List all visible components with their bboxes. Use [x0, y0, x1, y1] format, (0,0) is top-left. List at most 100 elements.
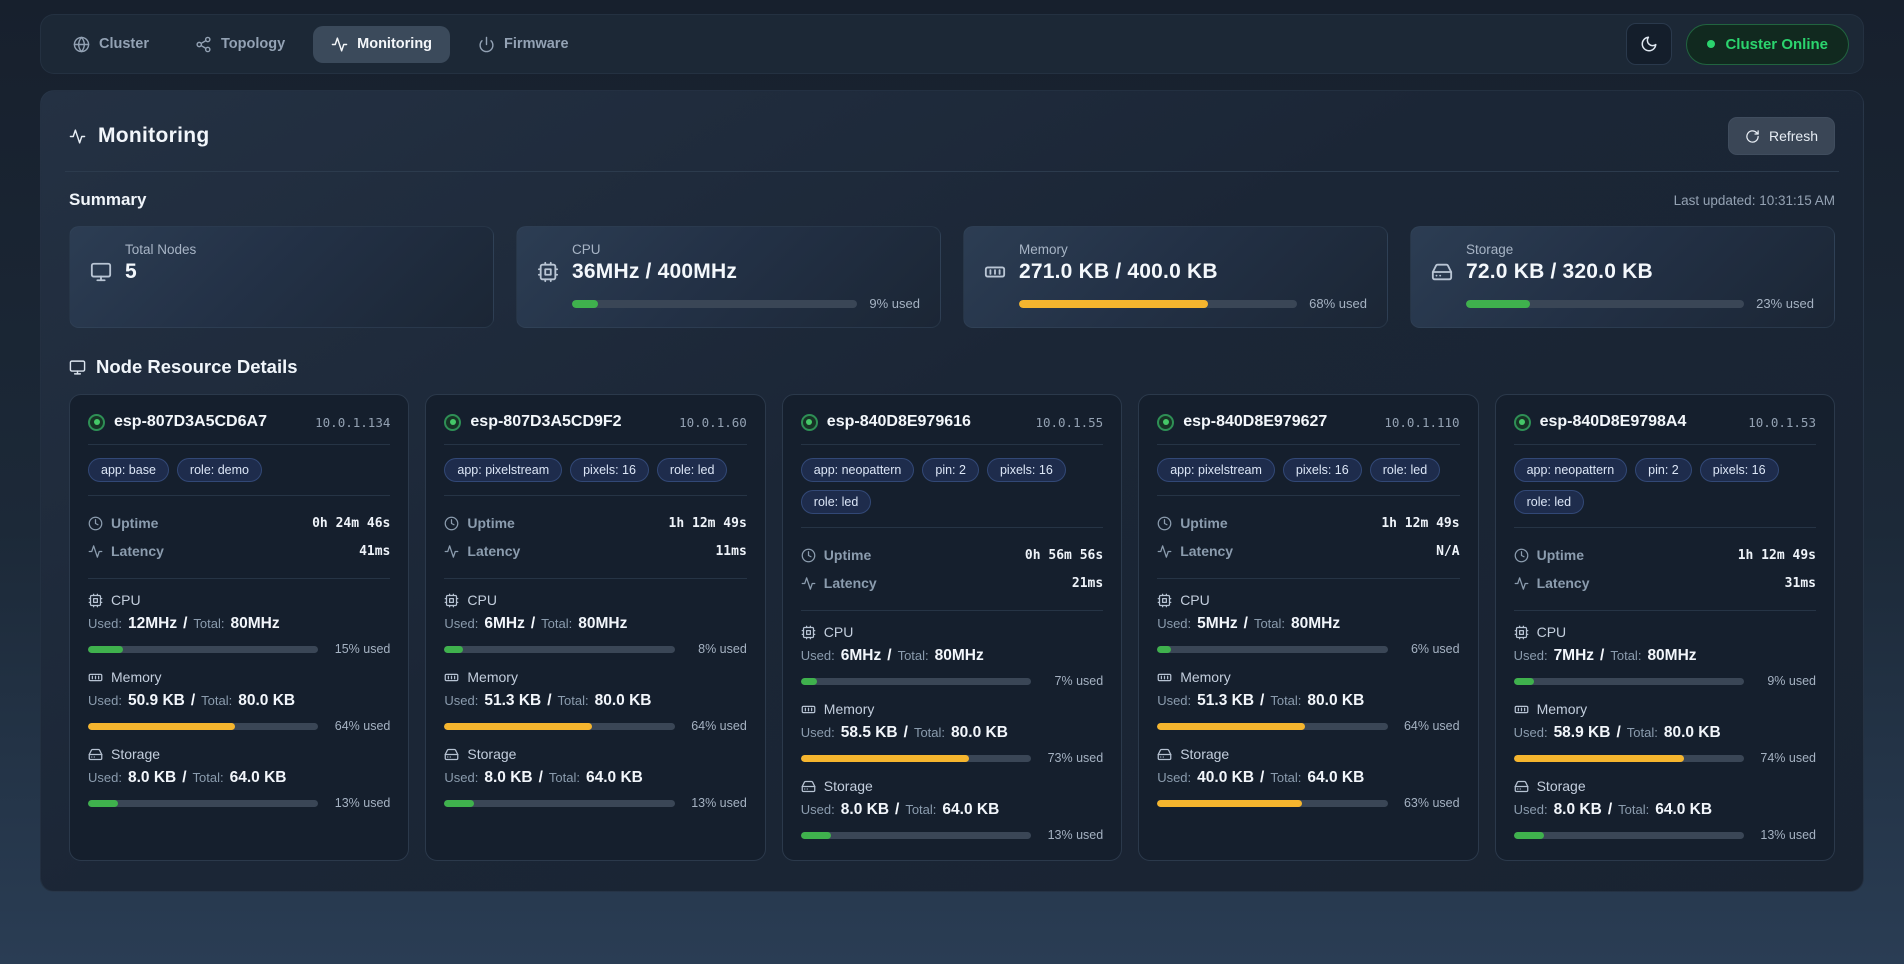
latency-label: Latency — [111, 543, 164, 559]
divider — [801, 527, 1103, 528]
summary-usage-bar-row: 23% used — [1431, 296, 1814, 311]
uptime-row: Uptime 0h 56m 56s — [801, 541, 1103, 569]
percent-used-label: 7% used — [1041, 674, 1103, 688]
activity-icon — [444, 544, 459, 559]
memory-used-value: 58.9 KB — [1554, 724, 1611, 742]
nav-item[interactable]: Monitoring — [313, 26, 450, 63]
node-ip: 10.0.1.55 — [1035, 415, 1103, 430]
latency-label: Latency — [1537, 575, 1590, 591]
nav-item[interactable]: Firmware — [460, 26, 586, 63]
node-tag: app: pixelstream — [444, 458, 562, 482]
storage-used-value: 8.0 KB — [841, 801, 889, 819]
node-tags: app: neopattern pin: 2 pixels: 16 role: … — [1514, 458, 1816, 514]
moon-icon — [1640, 35, 1658, 53]
cluster-status-label: Cluster Online — [1725, 36, 1828, 53]
node-name: esp-840D8E9798A4 — [1540, 413, 1687, 431]
theme-toggle-button[interactable] — [1626, 23, 1672, 65]
progress-bar-track — [801, 755, 1031, 762]
progress-bar-fill — [572, 300, 598, 308]
divider — [1514, 610, 1816, 611]
storage-used-value: 40.0 KB — [1197, 769, 1254, 787]
activity-icon — [1157, 544, 1172, 559]
progress-bar-fill — [1157, 800, 1302, 807]
summary-card-value: 271.0 KB / 400.0 KB — [1019, 260, 1218, 284]
node-ip: 10.0.1.134 — [315, 415, 390, 430]
percent-used-label: 6% used — [1398, 642, 1460, 656]
divider — [88, 495, 390, 496]
cpu-label: CPU — [467, 592, 497, 608]
progress-bar-fill — [801, 832, 831, 839]
node-status-dot-icon — [1514, 414, 1531, 431]
divider — [801, 444, 1103, 445]
nav-item-label: Cluster — [99, 36, 149, 52]
latency-row: Latency 31ms — [1514, 569, 1816, 597]
cpu-used-value: 6MHz — [484, 615, 524, 633]
hard-drive-icon — [1157, 747, 1172, 762]
progress-bar-track — [1514, 678, 1744, 685]
cpu-total-value: 80MHz — [1291, 615, 1340, 633]
latency-value: 11ms — [715, 544, 746, 559]
summary-usage-bar-row: 68% used — [984, 296, 1367, 311]
storage-block: Storage Used: 8.0 KB / Total: 64.0 KB — [444, 746, 746, 810]
storage-total-value: 64.0 KB — [942, 801, 999, 819]
percent-used-label: 68% used — [1309, 296, 1367, 311]
divider — [444, 578, 746, 579]
node-name: esp-807D3A5CD9F2 — [470, 413, 621, 431]
nav-item-label: Topology — [221, 36, 285, 52]
nav-item-label: Firmware — [504, 36, 568, 52]
latency-row: Latency 11ms — [444, 537, 746, 565]
memory-label: Memory — [824, 701, 875, 717]
memory-block: Memory Used: 58.5 KB / Total: 80.0 KB — [801, 701, 1103, 765]
panel-header: Monitoring Refresh — [65, 111, 1839, 171]
node-status-dot-icon — [1157, 414, 1174, 431]
progress-bar-track — [444, 646, 674, 653]
storage-total-value: 64.0 KB — [230, 769, 287, 787]
summary-card-value: 72.0 KB / 320.0 KB — [1466, 260, 1653, 284]
progress-bar-track — [1157, 646, 1387, 653]
divider — [444, 444, 746, 445]
node-tag: pixels: 16 — [1700, 458, 1779, 482]
uptime-value: 1h 12m 49s — [669, 516, 747, 531]
progress-bar-track — [88, 800, 318, 807]
node-tags: app: neopattern pin: 2 pixels: 16 role: … — [801, 458, 1103, 514]
cpu-label: CPU — [1537, 624, 1567, 640]
node-tag: app: neopattern — [1514, 458, 1628, 482]
uptime-value: 0h 56m 56s — [1025, 548, 1103, 563]
progress-bar-track — [88, 723, 318, 730]
divider — [1157, 444, 1459, 445]
uptime-row: Uptime 1h 12m 49s — [1157, 509, 1459, 537]
cpu-icon — [1157, 593, 1172, 608]
node-ip: 10.0.1.110 — [1384, 415, 1459, 430]
progress-bar-track — [1157, 723, 1387, 730]
cpu-block: CPU Used: 6MHz / Total: 80MHz — [444, 592, 746, 656]
storage-total-value: 64.0 KB — [1655, 801, 1712, 819]
header-divider — [65, 171, 1839, 172]
cpu-total-value: 80MHz — [230, 615, 279, 633]
node-tags: app: pixelstream pixels: 16 role: led — [1157, 458, 1459, 482]
progress-bar-track — [572, 300, 857, 308]
node-tag: role: led — [801, 490, 871, 514]
memory-stick-icon — [1514, 702, 1529, 717]
nodes-grid: esp-807D3A5CD6A7 10.0.1.134 app: base ro… — [65, 394, 1839, 861]
refresh-button[interactable]: Refresh — [1728, 117, 1835, 155]
monitor-icon — [69, 359, 86, 376]
activity-icon — [88, 544, 103, 559]
divider — [1157, 578, 1459, 579]
uptime-row: Uptime 1h 12m 49s — [1514, 541, 1816, 569]
percent-used-label: 8% used — [685, 642, 747, 656]
storage-label: Storage — [824, 778, 873, 794]
nav-item-label: Monitoring — [357, 36, 432, 52]
uptime-label: Uptime — [1180, 515, 1227, 531]
memory-block: Memory Used: 51.3 KB / Total: 80.0 KB — [1157, 669, 1459, 733]
progress-bar-fill — [801, 755, 969, 762]
nav-item[interactable]: Topology — [177, 26, 303, 63]
nav-item[interactable]: Cluster — [55, 26, 167, 63]
percent-used-label: 13% used — [328, 796, 390, 810]
percent-used-label: 13% used — [1041, 828, 1103, 842]
divider — [1514, 527, 1816, 528]
storage-block: Storage Used: 8.0 KB / Total: 64.0 KB — [801, 778, 1103, 842]
uptime-label: Uptime — [111, 515, 158, 531]
summary-card-label: CPU — [537, 242, 920, 257]
cpu-label: CPU — [1180, 592, 1210, 608]
cpu-icon — [1514, 625, 1529, 640]
